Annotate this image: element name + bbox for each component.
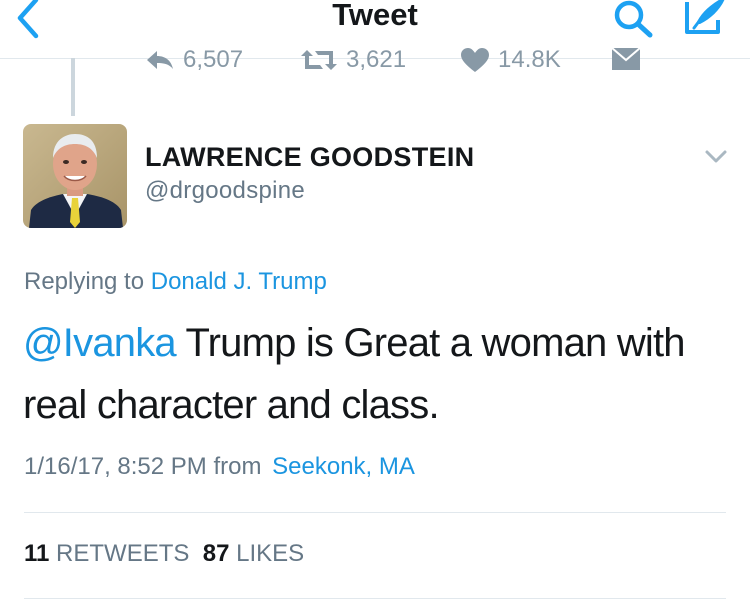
tweet-line-1: @Ivanka Trump is Great a woman with <box>23 312 723 374</box>
parent-reply-action[interactable]: 6,507 <box>145 46 243 74</box>
parent-like-action[interactable]: 14.8K <box>460 46 561 74</box>
location-link[interactable]: Seekonk, MA <box>272 453 415 480</box>
search-icon <box>614 0 653 38</box>
retweets-number: 11 <box>24 540 50 567</box>
tweet-text-1: Trump is Great a woman with <box>175 321 685 365</box>
avatar[interactable] <box>23 124 127 228</box>
compose-button[interactable] <box>682 0 730 38</box>
tweet-text: @Ivanka Trump is Great a woman with real… <box>23 312 723 436</box>
author-handle[interactable]: @drgoodspine <box>145 177 305 205</box>
reply-icon <box>147 51 173 69</box>
tweet-options-button[interactable] <box>704 149 728 165</box>
tweet-line-2: real character and class. <box>23 383 440 427</box>
chevron-down-icon <box>705 150 727 163</box>
retweets-label: RETWEETS <box>56 540 190 567</box>
likes-count[interactable]: 87 LIKES <box>203 540 304 567</box>
thread-connector-line <box>71 58 75 116</box>
direct-message-icon <box>611 47 641 70</box>
parent-retweet-count: 3,621 <box>346 46 407 73</box>
engagement-counts: 11 RETWEETS 87 LIKES <box>24 540 304 568</box>
parent-message-action[interactable] <box>610 46 642 72</box>
likes-number: 87 <box>202 540 230 567</box>
divider <box>24 598 726 599</box>
avatar-image <box>23 124 127 228</box>
parent-like-count: 14.8K <box>498 46 561 73</box>
tweet-meta: 1/16/17, 8:52 PM from Seekonk, MA <box>24 453 415 481</box>
search-button[interactable] <box>610 0 656 40</box>
replying-to: Replying to Donald J. Trump <box>24 268 327 296</box>
replying-prefix: Replying to <box>24 268 145 295</box>
retweet-icon <box>301 50 337 70</box>
author-name[interactable]: LAWRENCE GOODSTEIN <box>145 142 474 173</box>
replying-to-link[interactable]: Donald J. Trump <box>151 268 327 295</box>
parent-reply-count: 6,507 <box>183 46 244 73</box>
heart-icon <box>461 48 489 72</box>
mention-link[interactable]: @Ivanka <box>23 321 177 365</box>
divider <box>24 512 726 513</box>
compose-icon <box>685 0 725 34</box>
likes-label: LIKES <box>236 540 305 567</box>
timestamp: 1/16/17, 8:52 PM from <box>24 453 262 480</box>
parent-retweet-action[interactable]: 3,621 <box>300 46 406 74</box>
retweets-count[interactable]: 11 RETWEETS <box>24 540 189 567</box>
